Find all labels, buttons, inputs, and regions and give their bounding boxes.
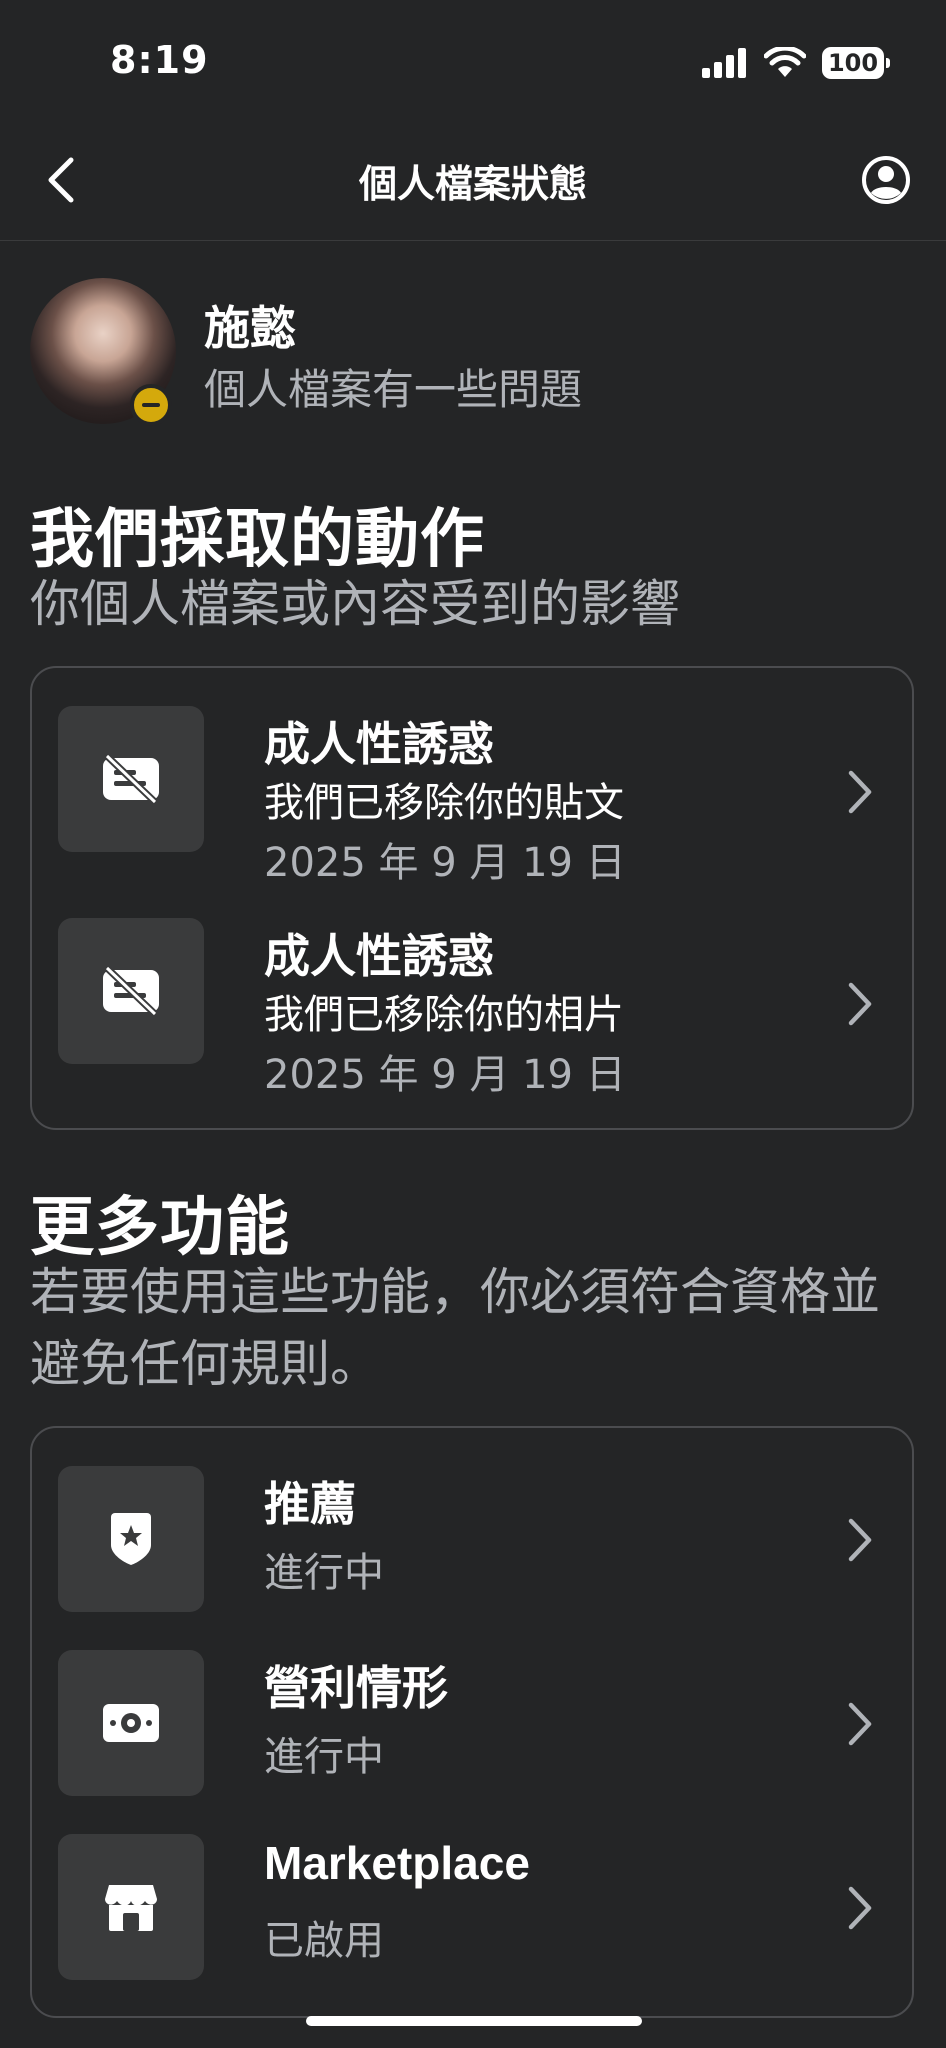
status-icons: 100: [702, 44, 890, 82]
monetization-money-icon: [58, 1650, 204, 1796]
actions-section-title: 我們採取的動作: [30, 503, 485, 577]
battery-indicator: 100: [822, 47, 890, 79]
feature-item-title: Marketplace: [264, 1837, 530, 1889]
action-item-description: 我們已移除你的相片: [264, 992, 624, 1038]
features-section-title: 更多功能: [30, 1191, 290, 1265]
chevron-right-icon: [840, 974, 880, 1034]
chevron-right-icon: [840, 1878, 880, 1938]
status-time: 8:19: [110, 38, 209, 82]
recommendation-shield-icon: [58, 1466, 204, 1612]
feature-item-monetization[interactable]: 營利情形 進行中: [58, 1650, 890, 1800]
feature-item-status: 進行中: [264, 1550, 384, 1596]
removed-content-icon: [58, 706, 204, 852]
navigation-bar: 個人檔案狀態: [0, 120, 946, 241]
account-button[interactable]: [854, 148, 918, 212]
features-section-subtitle: 若要使用這些功能，你必須符合資格並避免任何規則。: [30, 1263, 880, 1393]
chevron-right-icon: [840, 1694, 880, 1754]
home-indicator[interactable]: [306, 2016, 642, 2026]
chevron-right-icon: [840, 1510, 880, 1570]
action-item-date: 2025 年 9 月 19 日: [264, 840, 626, 886]
action-item-post[interactable]: 成人性誘惑 我們已移除你的貼文 2025 年 9 月 19 日: [58, 706, 890, 886]
features-card: 推薦 進行中 營利情形 進行中 Marketplace 已啟用: [30, 1426, 914, 2018]
removed-content-icon: [58, 918, 204, 1064]
account-circle-icon: [862, 156, 910, 204]
page-title: 個人檔案狀態: [358, 162, 587, 206]
feature-item-recommendation[interactable]: 推薦 進行中: [58, 1466, 890, 1616]
feature-item-status: 進行中: [264, 1734, 384, 1780]
action-item-description: 我們已移除你的貼文: [264, 780, 624, 826]
profile-status-text: 個人檔案有一些問題: [204, 365, 583, 414]
status-bar: 8:19 100: [0, 0, 946, 120]
marketplace-shop-icon: [58, 1834, 204, 1980]
action-item-title: 成人性誘惑: [264, 929, 494, 983]
cellular-signal-icon: [702, 48, 746, 78]
actions-section-subtitle: 你個人檔案或內容受到的影響: [30, 575, 680, 633]
feature-item-status: 已啟用: [264, 1918, 384, 1964]
feature-item-title: 營利情形: [264, 1661, 448, 1715]
battery-level: 100: [827, 49, 879, 77]
actions-card: 成人性誘惑 我們已移除你的貼文 2025 年 9 月 19 日 成人性誘惑 我們…: [30, 666, 914, 1130]
warning-status-badge-icon: [130, 384, 172, 426]
avatar-wrapper: [30, 278, 176, 426]
action-item-title: 成人性誘惑: [264, 717, 494, 771]
chevron-right-icon: [840, 762, 880, 822]
wifi-icon: [764, 47, 806, 77]
profile-header[interactable]: 施懿 個人檔案有一些問題: [30, 278, 916, 428]
feature-item-title: 推薦: [264, 1477, 356, 1531]
action-item-photo[interactable]: 成人性誘惑 我們已移除你的相片 2025 年 9 月 19 日: [58, 918, 890, 1098]
action-item-date: 2025 年 9 月 19 日: [264, 1052, 626, 1098]
feature-item-marketplace[interactable]: Marketplace 已啟用: [58, 1834, 890, 1984]
profile-name: 施懿: [204, 301, 296, 355]
